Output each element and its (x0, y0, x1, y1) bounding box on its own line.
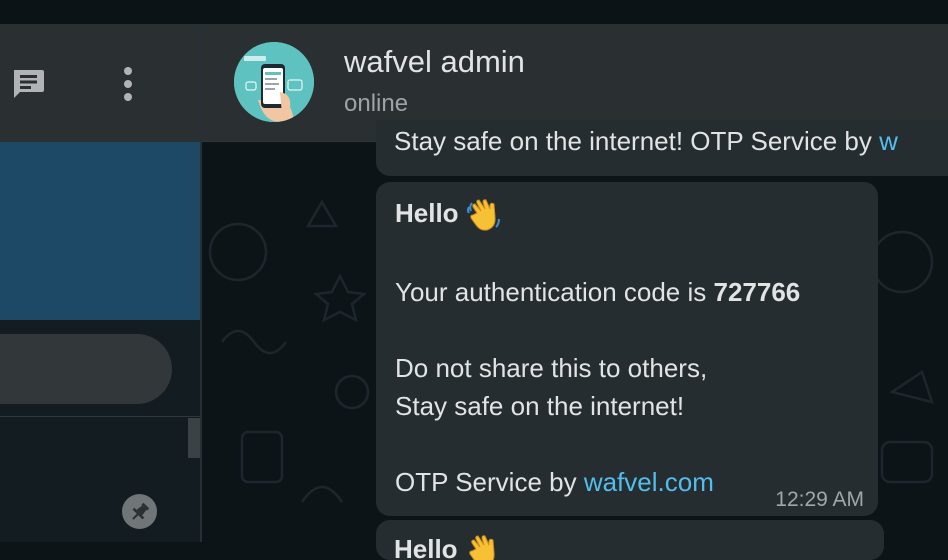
window-top-bar (0, 0, 948, 24)
service-line: OTP Service by wafvel.com (395, 467, 714, 497)
avatar-image (234, 42, 314, 122)
chat-list (0, 416, 200, 542)
warning-line-1: Do not share this to others, (395, 353, 708, 383)
auth-code-line: Your authentication code is 727766 (395, 277, 801, 307)
waving-hand-icon-next (469, 535, 495, 560)
warning-line-2: Stay safe on the internet! (395, 391, 685, 421)
selected-chat-item[interactable] (0, 142, 200, 320)
service-link[interactable]: wafvel.com (584, 467, 714, 497)
more-vertical-icon (124, 67, 132, 101)
message-greeting: Hello (395, 194, 502, 233)
auth-code: 727766 (713, 277, 801, 307)
chat-list-scrollbar[interactable] (188, 418, 200, 458)
new-chat-button[interactable] (6, 62, 50, 106)
next-message-greeting: Hello (394, 530, 501, 560)
previous-message-text: Stay safe on the internet! OTP Service b… (394, 126, 898, 156)
chat-icon (14, 70, 44, 98)
message-time: 12:29 AM (775, 488, 864, 511)
search-input[interactable] (0, 334, 172, 404)
pinned-badge (122, 494, 157, 529)
contact-name: wafvel admin (344, 44, 525, 79)
waving-hand-icon (466, 199, 500, 231)
menu-button[interactable] (108, 62, 148, 106)
message-bubble[interactable]: Hello Your authentication code is 727766… (376, 182, 878, 516)
contact-avatar[interactable] (234, 42, 314, 122)
pin-icon (131, 502, 149, 520)
message-bubble-previous[interactable]: Stay safe on the internet! OTP Service b… (376, 120, 948, 176)
message-bubble-next[interactable]: Hello (376, 520, 884, 560)
contact-status: online (344, 90, 409, 117)
